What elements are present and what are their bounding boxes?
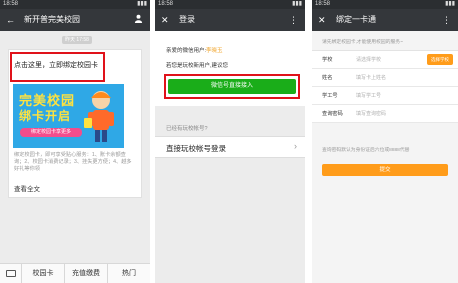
status-time: 18:58 — [3, 1, 19, 7]
menu-tab-hot[interactable]: 热门 — [108, 264, 150, 283]
status-bar: 18:58 ▮▮▮ — [312, 0, 458, 9]
nav-bar: ✕ 绑定一卡通 ⋮ — [312, 9, 458, 31]
phone-screen-bind-card: 18:58 ▮▮▮ ✕ 绑定一卡通 ⋮ 请先绑定校园卡,才能使用校园的服务~ 学… — [312, 0, 458, 283]
new-user-prompt: 若您是玩校新用户,建议您 — [166, 63, 229, 69]
keyboard-toggle[interactable] — [0, 264, 22, 283]
select-school-button[interactable]: 选择学校 — [427, 54, 453, 65]
field-label: 姓名 — [322, 75, 333, 81]
password-input[interactable]: 填写查询密码 — [356, 110, 386, 117]
direct-login-label: 直接玩校帐号登录 — [166, 144, 226, 153]
banner-line2: 绑卡开启 — [19, 109, 72, 123]
phone-screen-official-account: 18:58 ▮▮▮ ← 新开普完美校园 昨天 17:58 点击这里，立即绑定校园… — [0, 0, 150, 283]
more-vertical-icon[interactable]: ⋮ — [289, 9, 298, 31]
status-bar: 18:58 ▮▮▮ — [155, 0, 305, 9]
article-banner[interactable]: 完美校园 绑卡开启 绑定校园卡享更多 — [13, 84, 124, 148]
bind-tip: 请先绑定校园卡,才能使用校园的服务~ — [322, 40, 403, 45]
status-time: 18:58 — [315, 1, 331, 7]
school-select[interactable]: 请选择学校 — [356, 56, 381, 63]
close-icon[interactable]: ✕ — [161, 9, 169, 31]
greeting-prefix: 亲爱的微信用户: — [166, 48, 207, 54]
student-id-input[interactable]: 填写学工号 — [356, 92, 381, 99]
form-row-student-id: 学工号 填写学工号 — [312, 87, 458, 105]
bottom-menu-bar: 校园卡 充值缴费 热门 — [0, 263, 150, 283]
phone-screen-login: 18:58 ▮▮▮ ✕ 登录 ⋮ 亲爱的微信用户:李晓玉 若您是玩校新用户,建议… — [155, 0, 305, 283]
menu-tab-campus-card[interactable]: 校园卡 — [22, 264, 65, 283]
signal-icon: ▮▮▮ — [137, 1, 147, 7]
more-vertical-icon[interactable]: ⋮ — [442, 9, 451, 31]
read-more-link[interactable]: 查看全文 — [14, 183, 40, 193]
arrow-left-icon[interactable]: ← — [6, 9, 15, 31]
page-title: 新开普完美校园 — [24, 15, 80, 24]
wechat-login-button[interactable]: 微信号直接接入 — [168, 79, 296, 94]
submit-button[interactable]: 提交 — [322, 164, 448, 176]
have-account-prompt: 已经有玩校帐号? — [166, 126, 208, 132]
form-row-password: 查询密码 填写查询密码 — [312, 105, 458, 123]
tutorial-screenshot-strip: 18:58 ▮▮▮ ← 新开普完美校园 昨天 17:58 点击这里，立即绑定校园… — [0, 0, 458, 283]
signal-icon: ▮▮▮ — [292, 1, 302, 7]
cartoon-student-illustration — [84, 91, 114, 142]
nav-bar: ✕ 登录 ⋮ — [155, 9, 305, 31]
highlight-box — [10, 52, 105, 82]
greeting-text: 亲爱的微信用户:李晓玉 — [166, 46, 223, 54]
banner-sub: 绑定校园卡享更多 — [20, 128, 82, 137]
username: 李晓玉 — [206, 48, 223, 54]
status-time: 18:58 — [158, 1, 174, 7]
signal-icon: ▮▮▮ — [445, 1, 455, 7]
close-icon[interactable]: ✕ — [318, 9, 326, 31]
direct-login-row[interactable]: 直接玩校帐号登录 › — [155, 136, 305, 158]
page-title: 绑定一卡通 — [336, 15, 376, 24]
menu-tab-recharge[interactable]: 充值缴费 — [65, 264, 108, 283]
article-description: 绑定校园卡，即可享受贴心服务：1、账卡余额查询；2、校园卡消费记录；3、挂失更方… — [14, 152, 132, 172]
status-bar: 18:58 ▮▮▮ — [0, 0, 150, 9]
nav-bar: ← 新开普完美校园 — [0, 9, 150, 31]
field-label: 学工号 — [322, 93, 338, 99]
chevron-right-icon: › — [294, 141, 297, 151]
name-input[interactable]: 填写卡上姓名 — [356, 74, 386, 81]
message-time: 昨天 17:58 — [62, 36, 92, 44]
person-icon[interactable] — [134, 9, 143, 31]
form-row-school: 学校 请选择学校 选择学校 — [312, 51, 458, 69]
form-row-name: 姓名 填写卡上姓名 — [312, 69, 458, 87]
page-title: 登录 — [179, 15, 195, 24]
bind-form: 学校 请选择学校 选择学校 姓名 填写卡上姓名 学工号 填写学工号 查询密码 填… — [312, 50, 458, 123]
field-label: 查询密码 — [322, 111, 343, 117]
field-label: 学校 — [322, 57, 333, 63]
password-hint: 查询密码默认为身份证后六位或8888代替 — [322, 148, 410, 153]
keyboard-icon — [6, 270, 16, 277]
